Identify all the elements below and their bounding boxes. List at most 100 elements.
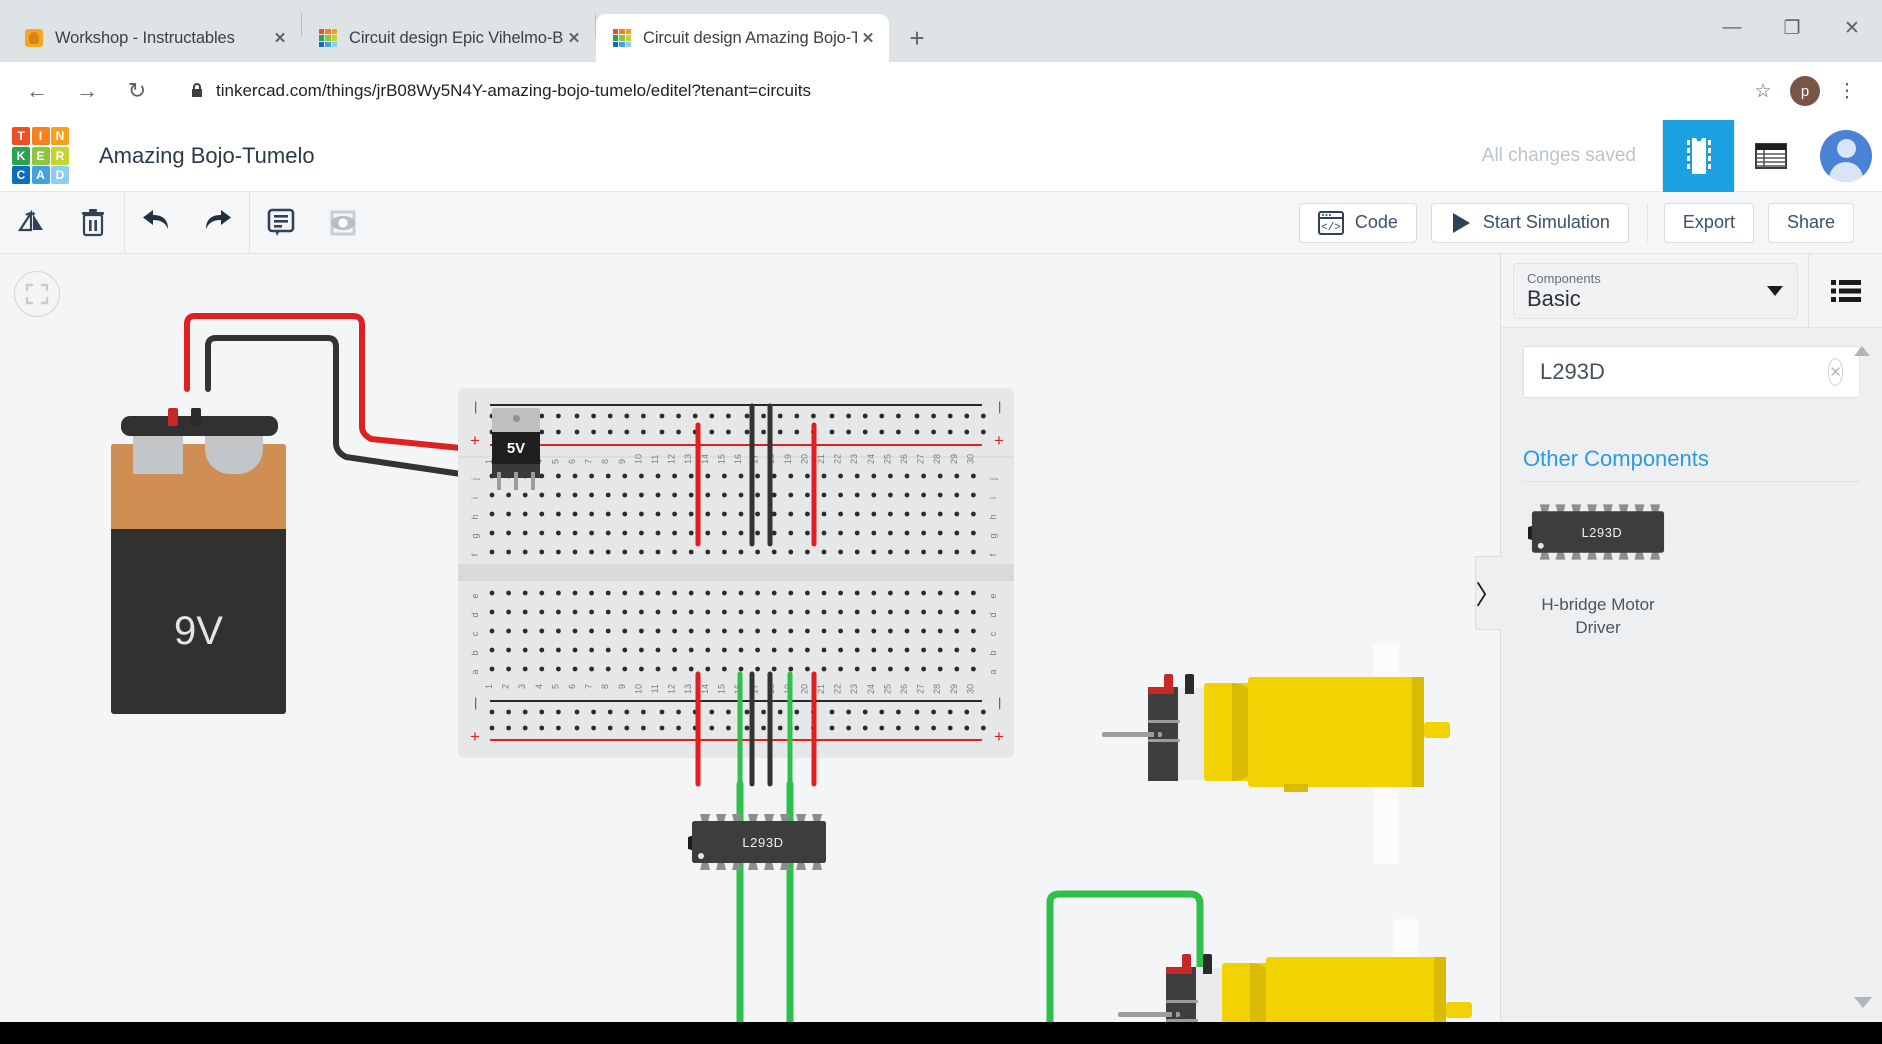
svg-text:14: 14 [700,684,710,694]
delete-button[interactable] [62,192,124,254]
component-card-name: H-bridge Motor Driver [1523,593,1673,639]
svg-text:15: 15 [716,454,726,464]
section-title-other-components: Other Components [1523,446,1860,482]
component-name-line1: H-bridge Motor [1541,595,1655,614]
svg-text:14: 14 [700,454,710,464]
panel-collapse-button[interactable]: 〉 [1475,556,1502,630]
close-icon[interactable]: ✕ [269,27,291,49]
svg-text:h: h [988,514,998,519]
browser-tab-2[interactable]: Circuit design Amazing Bojo-Tum ✕ [596,14,889,62]
svg-text:d: d [470,612,480,617]
component-list-view-button[interactable] [1808,253,1882,328]
breadboard[interactable]: | | + + | | + + 112233445566778899101011… [458,388,1014,758]
close-icon[interactable]: ✕ [563,27,585,49]
svg-text:g: g [988,533,998,538]
start-simulation-label: Start Simulation [1482,212,1610,232]
svg-text:a: a [470,669,480,674]
instructables-icon [24,28,44,48]
svg-text:c: c [988,631,998,636]
clear-search-button[interactable]: ✕ [1828,358,1843,386]
components-select-value: Basic [1527,285,1581,311]
svg-text:27: 27 [916,684,926,694]
svg-text:29: 29 [949,684,959,694]
svg-text:h: h [470,514,480,519]
svg-text:+: + [470,727,480,746]
chevron-down-icon [1767,285,1783,296]
page-title[interactable]: Amazing Bojo-Tumelo [99,143,315,169]
voltage-regulator[interactable]: 5V [492,408,540,490]
lock-icon [190,82,204,101]
tab-title: Workshop - Instructables [55,28,235,47]
svg-text:c: c [470,631,480,636]
svg-text:8: 8 [600,459,610,464]
svg-text:i: i [988,497,998,499]
search-input[interactable] [1540,359,1828,385]
search-area: ✕ [1501,328,1882,398]
component-card-l293d[interactable]: L293D H-bridge Motor Driver [1523,504,1673,639]
tinkercad-logo-icon[interactable]: T I N K E R C A D [12,127,69,184]
profile-avatar[interactable]: p [1784,70,1826,112]
svg-text:5: 5 [550,684,560,689]
undo-button[interactable] [125,192,187,254]
code-button[interactable]: </> Code [1298,202,1417,243]
svg-text:24: 24 [866,454,876,464]
browser-tab-1[interactable]: Circuit design Epic Vihelmo-Bige ✕ [302,14,595,62]
bottom-status-bar [0,1022,1882,1044]
tab-title: Circuit design Amazing Bojo-Tum [643,28,857,47]
toolbar-group-edit [0,192,124,254]
export-button[interactable]: Export [1663,202,1754,243]
dc-motor-top[interactable] [1092,634,1472,884]
close-window-button[interactable]: ✕ [1822,5,1882,51]
battery-9v[interactable]: 9V [111,394,286,714]
url-input[interactable]: tinkercad.com/things/jrB08Wy5N4Y-amazing… [174,70,1730,112]
circuit-canvas[interactable]: 9V | | + + | | + + 112233445566778899101… [0,254,1500,1022]
reload-icon[interactable]: ↻ [114,68,160,114]
svg-text:23: 23 [849,684,859,694]
components-category-select[interactable]: Components Basic [1513,262,1798,319]
scroll-up-arrow[interactable] [1854,346,1870,356]
rotate-icon [17,209,43,231]
notes-button[interactable] [250,192,312,254]
chrome-menu-icon[interactable]: ⋮ [1826,70,1868,112]
component-search-box[interactable]: ✕ [1523,346,1860,398]
svg-text:6: 6 [567,684,577,689]
minimize-button[interactable]: — [1702,5,1762,51]
circuit-view-button[interactable] [1662,119,1734,192]
l293d-chip-icon: L293D [1525,504,1665,560]
close-icon[interactable]: ✕ [857,27,879,49]
panel-header: Components Basic [1501,253,1882,328]
bookmark-star-icon[interactable]: ☆ [1742,70,1784,112]
fit-to-view-button[interactable] [14,271,60,317]
schematic-view-button[interactable] [1734,119,1806,192]
svg-text:13: 13 [683,454,693,464]
motor-negative-terminal [1185,674,1194,694]
svg-text:13: 13 [683,684,693,694]
back-icon[interactable]: ← [14,68,60,114]
scroll-down-arrow[interactable] [1854,997,1872,1008]
svg-text:18: 18 [766,684,776,694]
avatar[interactable] [1820,129,1872,182]
battery-positive-terminal [168,408,178,426]
highlight-button[interactable] [312,192,374,254]
svg-text:12: 12 [667,454,677,464]
svg-text:</>: </> [1321,222,1341,234]
svg-text:j: j [470,478,480,481]
list-icon [1830,279,1861,302]
browser-window: Workshop - Instructables ✕ Circuit desig… [0,0,1882,1044]
start-simulation-button[interactable]: Start Simulation [1430,202,1629,243]
browser-tab-0[interactable]: Workshop - Instructables ✕ [8,14,301,62]
new-tab-button[interactable]: + [897,18,937,58]
logo-cell: E [31,146,50,165]
svg-text:19: 19 [783,684,793,694]
redo-button[interactable] [187,192,249,254]
share-button[interactable]: Share [1767,202,1854,243]
browser-address-bar: ← → ↻ tinkercad.com/things/jrB08Wy5N4Y-a… [0,62,1882,120]
svg-text:20: 20 [799,684,809,694]
forward-icon[interactable]: → [64,68,110,114]
dc-motor-bottom[interactable] [1110,914,1490,1022]
svg-text:9: 9 [617,459,627,464]
browser-tab-strip: Workshop - Instructables ✕ Circuit desig… [0,0,1882,62]
svg-text:30: 30 [965,684,975,694]
restore-button[interactable]: ❐ [1762,5,1822,51]
rotate-button[interactable] [0,192,62,254]
